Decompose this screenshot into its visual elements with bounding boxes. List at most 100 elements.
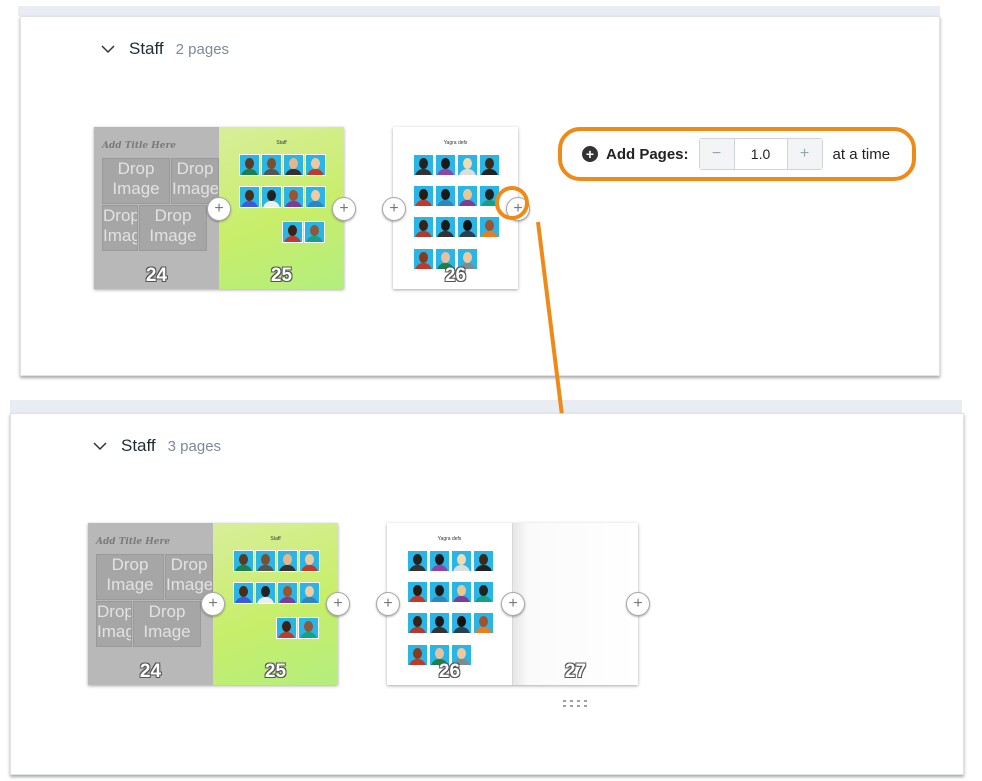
staff-photo-grid — [407, 550, 494, 634]
staff-photo — [473, 581, 494, 603]
plus-circle-icon[interactable]: + — [207, 197, 231, 221]
plus-circle-icon[interactable]: + — [332, 197, 356, 221]
staff-photo — [479, 154, 500, 176]
staff-photo — [413, 154, 434, 176]
staff-photo — [429, 550, 450, 572]
drop-zone[interactable]: Drop Image — [139, 205, 207, 251]
page-handwritten-title: Add Title Here — [96, 537, 170, 547]
plus-circle-filled-icon[interactable]: + — [582, 146, 598, 162]
drop-zone[interactable]: Drop Image — [102, 158, 170, 204]
staff-photo — [283, 154, 304, 176]
highlight-ring — [495, 186, 529, 220]
quantity-input[interactable]: 1.0 — [733, 139, 788, 169]
staff-photo — [277, 550, 298, 572]
plus-circle-icon[interactable]: + — [626, 592, 650, 616]
page-title: Staff — [276, 140, 287, 146]
staff-photo — [473, 550, 494, 572]
staff-photo — [457, 185, 478, 207]
staff-photo — [451, 550, 472, 572]
page-number: 24 — [139, 661, 162, 682]
staff-photo-grid — [276, 617, 319, 639]
staff-photo — [261, 186, 282, 208]
staff-photo — [429, 612, 450, 634]
chevron-down-icon[interactable] — [93, 439, 107, 453]
staff-photo — [457, 154, 478, 176]
staff-photo — [282, 221, 303, 243]
page-25[interactable]: Staff 25 — [213, 523, 338, 685]
staff-photo — [435, 185, 456, 207]
staff-photo — [239, 154, 260, 176]
plus-circle-icon[interactable]: + — [501, 592, 525, 616]
staff-photo — [305, 186, 326, 208]
increment-button[interactable]: + — [787, 139, 822, 169]
staff-photo — [435, 154, 456, 176]
page-number: 25 — [264, 661, 287, 682]
page-title: Yagra defs — [443, 140, 468, 146]
plus-circle-icon[interactable]: + — [382, 197, 406, 221]
staff-photo — [479, 216, 500, 238]
staff-photo — [429, 581, 450, 603]
decrement-button[interactable]: − — [699, 139, 734, 169]
staff-photo — [413, 185, 434, 207]
backdrop-strip — [10, 400, 962, 414]
staff-photo — [473, 612, 494, 634]
plus-circle-icon[interactable]: + — [326, 592, 350, 616]
page-number: 25 — [270, 265, 293, 286]
staff-photo — [451, 612, 472, 634]
staff-photo — [299, 550, 320, 572]
page-number: 26 — [438, 661, 461, 682]
page-26[interactable]: Yagra defs 26 — [387, 523, 512, 685]
section-header[interactable]: Staff 3 pages — [93, 436, 221, 456]
drop-zone[interactable]: Drop Image — [102, 205, 138, 251]
page-handwritten-title: Add Title Here — [102, 141, 176, 151]
section-title: Staff — [129, 39, 164, 58]
staff-photo — [239, 186, 260, 208]
staff-photo — [283, 186, 304, 208]
drop-zone[interactable]: Drop Image — [96, 554, 164, 600]
page-number: 26 — [444, 265, 467, 286]
page-quantity-stepper[interactable]: − 1.0 + — [698, 138, 823, 170]
staff-photo — [407, 612, 428, 634]
staff-photo — [255, 550, 276, 572]
staff-photo — [435, 216, 456, 238]
staff-photo — [407, 550, 428, 572]
page-title: Yagra defs — [437, 536, 462, 542]
add-pages-suffix: at a time — [832, 145, 891, 163]
staff-photo — [451, 581, 472, 603]
staff-photo-grid — [413, 154, 500, 238]
drag-handle-icon[interactable] — [563, 700, 589, 708]
section-title: Staff — [121, 436, 156, 455]
plus-circle-icon[interactable]: + — [201, 592, 225, 616]
drop-zone[interactable]: Drop Image — [171, 158, 219, 204]
staff-photo-grid — [233, 550, 320, 604]
page-24[interactable]: Add Title Here Drop Image Drop Image Dro… — [88, 523, 213, 685]
staff-photo — [233, 582, 254, 604]
plus-circle-icon[interactable]: + — [376, 592, 400, 616]
drop-zone[interactable]: Drop Image — [96, 601, 132, 647]
staff-photo — [407, 581, 428, 603]
page-24[interactable]: Add Title Here Drop Image Drop Image Dro… — [94, 127, 219, 289]
backdrop-strip — [18, 6, 940, 16]
staff-photo — [276, 617, 297, 639]
page-title: Staff — [270, 536, 281, 542]
page-count: 3 pages — [167, 437, 222, 455]
page-25[interactable]: Staff 25 — [219, 127, 344, 289]
page-number: 27 — [564, 661, 587, 682]
page-count: 2 pages — [175, 40, 230, 58]
staff-photo — [255, 582, 276, 604]
section-header[interactable]: Staff 2 pages — [101, 39, 229, 59]
staff-photo — [277, 582, 298, 604]
staff-photo-grid — [239, 154, 326, 208]
staff-photo — [304, 221, 325, 243]
staff-photo — [261, 154, 282, 176]
add-pages-callout: + Add Pages: − 1.0 + at a time — [558, 127, 916, 181]
drop-zone[interactable]: Drop Image — [133, 601, 201, 647]
staff-photo — [299, 582, 320, 604]
staff-photo — [298, 617, 319, 639]
add-pages-label: Add Pages: — [606, 145, 689, 163]
staff-photo — [305, 154, 326, 176]
page-number: 24 — [145, 265, 168, 286]
staff-photo — [413, 216, 434, 238]
chevron-down-icon[interactable] — [101, 42, 115, 56]
page-27[interactable]: 27 — [512, 523, 638, 685]
